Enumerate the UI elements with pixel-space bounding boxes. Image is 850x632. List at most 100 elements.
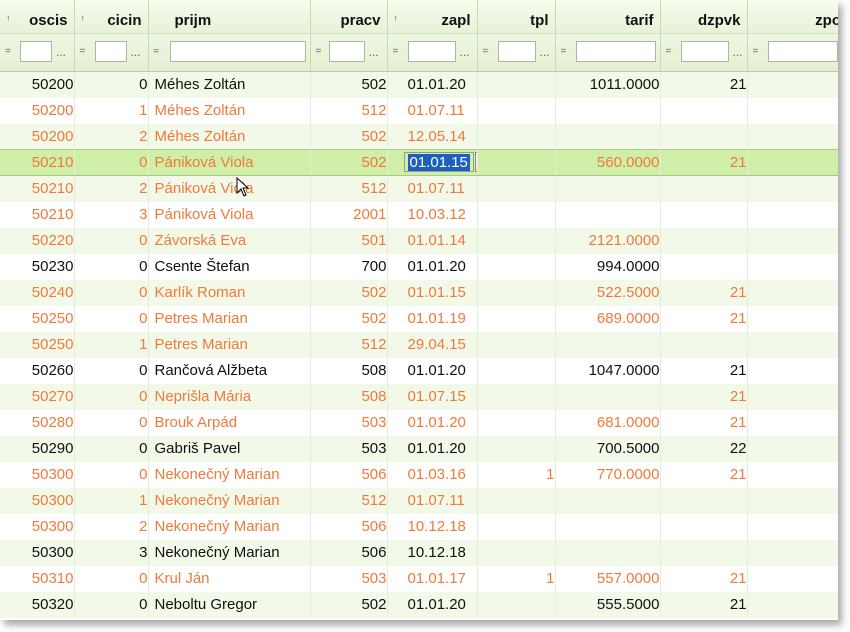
filter-input-tarif[interactable] (575, 41, 656, 62)
filter-input-cicin[interactable] (94, 41, 127, 62)
cell-zapl[interactable]: 01.07.11 (386, 175, 478, 202)
cell-prijm[interactable]: Brouk Arpád (148, 409, 311, 436)
cell-tarif[interactable]: 522.5000 (555, 279, 661, 306)
cell-zpodm[interactable]: 2 (747, 513, 838, 540)
cell-prijm[interactable]: Pániková Viola (148, 201, 311, 228)
cell-tarif[interactable] (555, 97, 661, 124)
table-row[interactable]: 502700Neprišla Mária50801.07.15 212 (0, 383, 838, 410)
cell-tpl[interactable] (477, 591, 556, 618)
cell-prijm[interactable]: Gabriš Pavel (148, 435, 311, 462)
column-header-tarif[interactable]: tarif (555, 0, 661, 34)
cell-prijm[interactable]: Csente Štefan (148, 253, 311, 280)
filter-input-pracv[interactable] (328, 41, 365, 62)
filter-operator[interactable]: = (753, 46, 759, 57)
table-row[interactable]: 50320 0 Neboltu Gregor 502 01.01.20 555.5000 2… (0, 591, 838, 618)
cell-dzpvk[interactable]: 22 (660, 435, 748, 462)
cell-zapl[interactable]: 01.07.11 (386, 97, 478, 124)
cell-zapl[interactable]: 01.01.20 (386, 591, 478, 618)
table-row[interactable]: 503002Nekonečný Marian50610.12.182 (0, 513, 838, 540)
cell-zpodm[interactable]: 2 (747, 201, 838, 228)
cell-tarif[interactable]: 2121.0000 (555, 227, 661, 254)
cell-zpodm[interactable]: 2 (747, 539, 838, 566)
cell-dzpvk[interactable]: 21 (660, 409, 748, 436)
cell-cicin[interactable]: 2 (74, 175, 149, 202)
table-row[interactable]: 50200 0 Méhes Zoltán 502 01.01.20 1011.0000 21… (0, 71, 838, 98)
cell-zapl[interactable]: 01.01.15... (386, 149, 478, 176)
cell-pracv[interactable]: 508 (310, 357, 388, 384)
filter-operator[interactable]: = (316, 46, 322, 57)
cell-cicin[interactable]: 1 (74, 331, 149, 358)
filter-operator[interactable]: = (80, 46, 86, 57)
column-header-zapl[interactable]: ↑ zapl (387, 0, 478, 34)
cell-oscis[interactable]: 50210 (0, 175, 75, 202)
cell-prijm[interactable]: Petres Marian (148, 305, 311, 332)
cell-dzpvk[interactable]: 21 (660, 71, 748, 98)
cell-prijm[interactable]: Neboltu Gregor (148, 591, 311, 618)
filter-input-oscis[interactable] (20, 41, 52, 62)
cell-pracv[interactable]: 503 (310, 435, 388, 462)
cell-prijm[interactable]: Krul Ján (148, 565, 311, 592)
column-header-tpl[interactable]: tpl (477, 0, 556, 34)
filter-input-zapl[interactable] (407, 41, 456, 62)
cell-oscis[interactable]: 50250 (0, 331, 75, 358)
cell-oscis[interactable]: 50290 (0, 435, 75, 462)
table-row[interactable]: 503003Nekonečný Marian50610.12.18 2 (0, 539, 838, 566)
cell-zpodm[interactable]: 2 (747, 487, 838, 514)
cell-cicin[interactable]: 0 (74, 253, 149, 280)
cell-pracv[interactable]: 506 (310, 513, 388, 540)
cell-dzpvk[interactable] (660, 513, 748, 540)
cell-pracv[interactable]: 502 (310, 123, 388, 150)
cell-pracv[interactable]: 503 (310, 565, 388, 592)
cell-pracv[interactable]: 700 (310, 253, 388, 280)
cell-tpl[interactable] (477, 97, 556, 124)
cell-cicin[interactable]: 0 (74, 409, 149, 436)
cell-dzpvk[interactable] (660, 227, 748, 254)
cell-zpodm[interactable]: 2 (747, 383, 838, 410)
cell-pracv[interactable]: 512 (310, 331, 388, 358)
cell-pracv[interactable]: 512 (310, 97, 388, 124)
cell-zpodm[interactable]: 2 (747, 175, 838, 202)
cell-tpl[interactable] (477, 383, 556, 410)
cell-tpl[interactable] (477, 409, 556, 436)
cell-pracv[interactable]: 506 (310, 539, 388, 566)
cell-dzpvk[interactable] (660, 539, 748, 566)
filter-input-prijm[interactable] (169, 41, 306, 62)
cell-dzpvk[interactable] (660, 97, 748, 124)
filter-options-button[interactable]: ... (369, 45, 379, 59)
filter-operator[interactable]: = (483, 46, 489, 57)
filter-operator[interactable]: = (5, 46, 11, 57)
cell-dzpvk[interactable] (660, 175, 748, 202)
filter-operator[interactable]: ≈ (154, 46, 160, 57)
cell-oscis[interactable]: 50310 (0, 565, 75, 592)
cell-prijm[interactable]: Pániková Viola (148, 175, 311, 202)
cell-dzpvk[interactable]: 21 (660, 565, 748, 592)
cell-prijm[interactable]: Karlík Roman (148, 279, 311, 306)
cell-tpl[interactable] (477, 513, 556, 540)
cell-prijm[interactable]: Nekonečný Marian (148, 513, 311, 540)
cell-tarif[interactable] (555, 175, 661, 202)
cell-oscis[interactable]: 50300 (0, 513, 75, 540)
cell-cicin[interactable]: 0 (74, 305, 149, 332)
table-row[interactable]: 50250 0 Petres Marian 502 01.01.19 689.0000 21… (0, 305, 838, 332)
cell-zpodm[interactable]: 2 (747, 409, 838, 436)
table-row[interactable]: 503100Krul Ján50301.01.171557.0000212 (0, 565, 838, 592)
sort-ascending-icon[interactable]: ↑ (6, 13, 11, 23)
cell-oscis[interactable]: 50300 (0, 461, 75, 488)
cell-zpodm[interactable]: 2 (747, 565, 838, 592)
cell-pracv[interactable]: 503 (310, 409, 388, 436)
filter-input-zpodm[interactable] (767, 41, 838, 62)
cell-prijm[interactable]: Nekonečný Marian (148, 539, 311, 566)
cell-cicin[interactable]: 0 (74, 565, 149, 592)
filter-options-button[interactable]: ... (131, 45, 141, 59)
cell-zapl[interactable]: 29.04.15 (386, 331, 478, 358)
cell-pracv[interactable]: 2001 (310, 201, 388, 228)
cell-tpl[interactable] (477, 123, 556, 150)
cell-cicin[interactable]: 0 (74, 71, 149, 98)
cell-zapl[interactable]: 12.05.14 (386, 123, 478, 150)
cell-oscis[interactable]: 50210 (0, 149, 75, 176)
filter-options-button[interactable]: ... (733, 45, 743, 59)
table-row[interactable]: 50300 0 Nekonečný Marian 506 01.03.16 1 770.00… (0, 461, 838, 488)
cell-pracv[interactable]: 502 (310, 591, 388, 618)
cell-zapl[interactable]: 10.12.18 (386, 513, 478, 540)
table-row[interactable]: 502002Méhes Zoltán50212.05.142 (0, 123, 838, 150)
